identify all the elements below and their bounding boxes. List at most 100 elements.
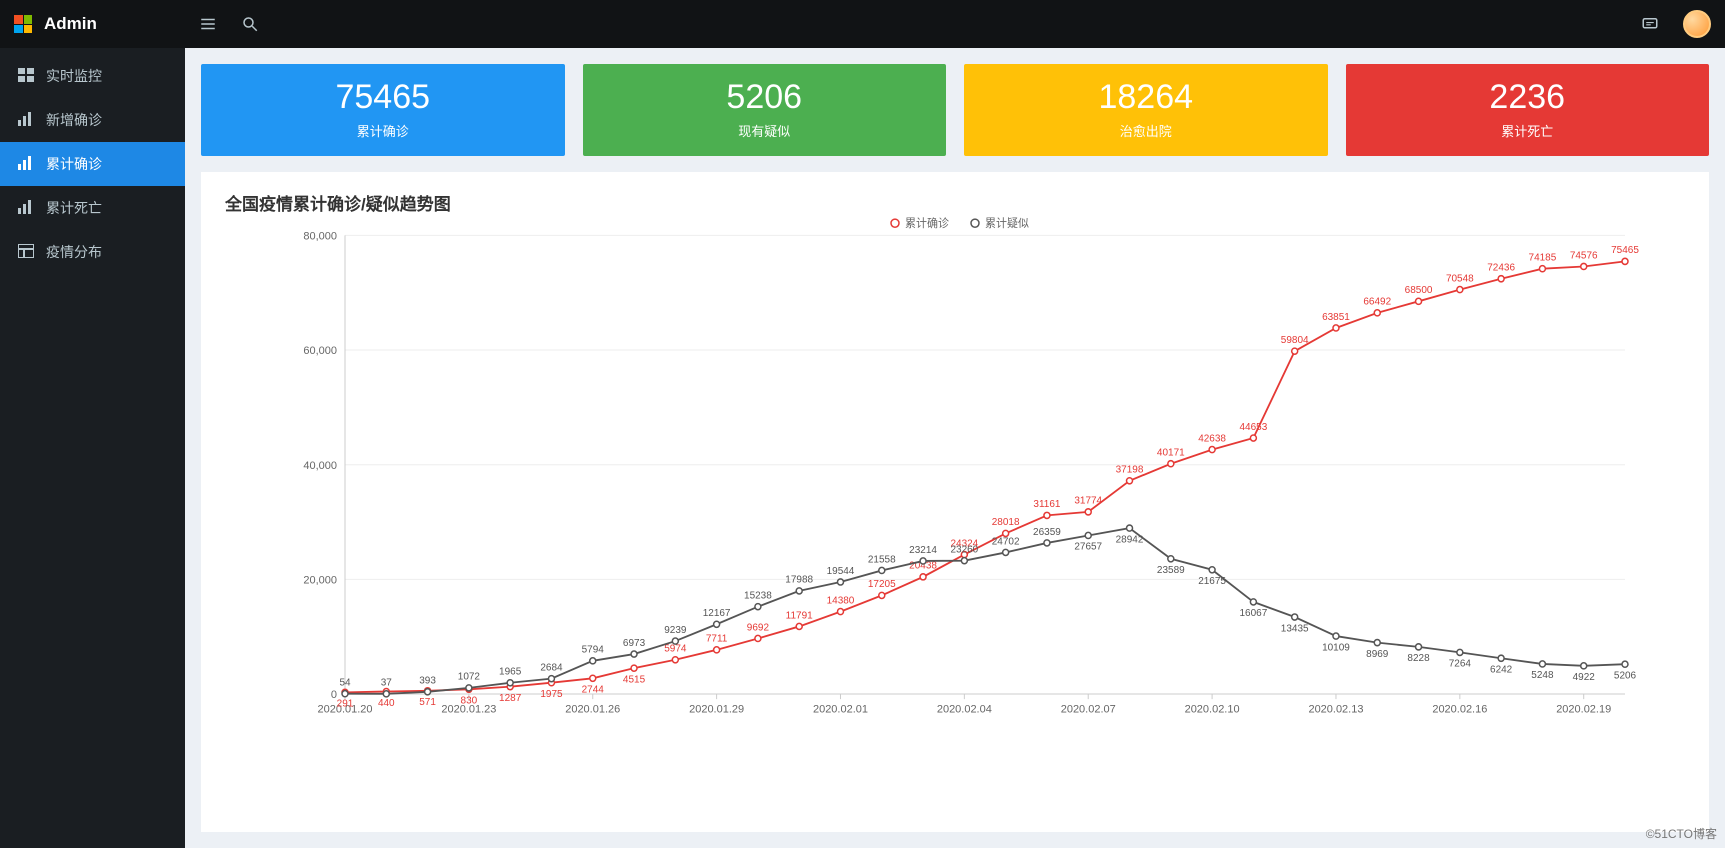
svg-text:44653: 44653 — [1240, 422, 1268, 433]
svg-text:8228: 8228 — [1407, 653, 1430, 664]
svg-text:12167: 12167 — [703, 608, 731, 619]
stat-value: 18264 — [974, 78, 1318, 117]
svg-text:23214: 23214 — [909, 545, 937, 556]
svg-text:15238: 15238 — [744, 590, 772, 601]
sidebar-item-label: 新增确诊 — [46, 110, 102, 130]
sidebar-item-2[interactable]: 累计确诊 — [0, 142, 185, 186]
svg-text:累计确诊: 累计确诊 — [905, 216, 949, 230]
svg-text:1072: 1072 — [458, 672, 481, 683]
svg-text:26359: 26359 — [1033, 527, 1061, 538]
sidebar-item-0[interactable]: 实时监控 — [0, 54, 185, 98]
stat-label: 累计确诊 — [211, 121, 555, 140]
logo-icon — [14, 15, 32, 33]
search-icon[interactable] — [241, 15, 259, 33]
layout-icon — [18, 244, 34, 261]
svg-text:28942: 28942 — [1116, 534, 1144, 545]
svg-text:19544: 19544 — [827, 566, 855, 577]
svg-text:17988: 17988 — [785, 575, 813, 586]
svg-text:4922: 4922 — [1573, 672, 1596, 683]
stat-card-1: 5206现有疑似 — [583, 64, 947, 156]
brand: Admin — [0, 0, 185, 48]
avatar[interactable] — [1683, 10, 1711, 38]
message-icon[interactable] — [1641, 15, 1659, 33]
svg-text:2684: 2684 — [540, 662, 563, 673]
chart-panel: 全国疫情累计确诊/疑似趋势图 020,00040,00060,00080,000… — [201, 172, 1709, 832]
svg-text:2020.02.16: 2020.02.16 — [1432, 703, 1487, 715]
sidebar-nav: 实时监控新增确诊累计确诊累计死亡疫情分布 — [0, 48, 185, 274]
svg-text:72436: 72436 — [1487, 263, 1515, 274]
svg-text:9692: 9692 — [747, 622, 770, 633]
svg-text:63851: 63851 — [1322, 312, 1350, 323]
svg-text:20,000: 20,000 — [303, 574, 337, 586]
svg-text:23260: 23260 — [950, 544, 978, 555]
sidebar-item-label: 累计死亡 — [46, 198, 102, 218]
stat-card-3: 2236 累计死亡 — [1346, 64, 1710, 156]
menu-icon[interactable] — [199, 15, 217, 33]
svg-text:2020.02.13: 2020.02.13 — [1308, 703, 1363, 715]
sidebar-item-label: 累计确诊 — [46, 154, 102, 174]
sidebar-item-label: 实时监控 — [46, 66, 102, 86]
svg-text:40,000: 40,000 — [303, 460, 337, 472]
dashboard-icon — [18, 68, 34, 85]
sidebar-item-4[interactable]: 疫情分布 — [0, 230, 185, 274]
svg-text:2020.01.29: 2020.01.29 — [689, 703, 744, 715]
watermark: ©51CTO博客 — [1646, 825, 1717, 842]
svg-text:66492: 66492 — [1363, 297, 1391, 308]
stat-cards: 75465 累计确诊 5206现有疑似 18264 治愈出院 2236 累计死亡 — [201, 64, 1709, 156]
svg-text:393: 393 — [419, 676, 436, 687]
line-chart: 020,00040,00060,00080,0002020.01.202020.… — [225, 215, 1685, 745]
bar-chart-icon — [18, 112, 34, 129]
svg-text:5206: 5206 — [1614, 670, 1637, 681]
stat-label: 累计死亡 — [1356, 121, 1700, 140]
svg-text:8969: 8969 — [1366, 649, 1389, 660]
bar-chart-icon — [18, 200, 34, 217]
svg-text:70548: 70548 — [1446, 273, 1474, 284]
svg-text:2020.02.04: 2020.02.04 — [937, 703, 992, 715]
svg-text:17205: 17205 — [868, 579, 896, 590]
svg-text:23589: 23589 — [1157, 565, 1185, 576]
svg-text:11791: 11791 — [786, 610, 813, 621]
svg-text:37: 37 — [381, 678, 392, 689]
svg-text:74185: 74185 — [1529, 252, 1557, 263]
topbar — [185, 0, 1725, 48]
svg-text:2744: 2744 — [582, 685, 605, 696]
svg-text:40171: 40171 — [1157, 448, 1185, 459]
svg-text:37198: 37198 — [1116, 465, 1144, 476]
bar-chart-icon — [18, 156, 34, 173]
svg-text:21558: 21558 — [868, 554, 896, 565]
svg-text:1287: 1287 — [499, 693, 522, 704]
svg-text:440: 440 — [378, 698, 395, 709]
svg-text:28018: 28018 — [992, 517, 1020, 528]
svg-text:75465: 75465 — [1611, 245, 1639, 256]
svg-text:7711: 7711 — [706, 634, 728, 645]
svg-text:13435: 13435 — [1281, 623, 1309, 634]
svg-text:14380: 14380 — [827, 595, 855, 606]
svg-text:21675: 21675 — [1198, 576, 1226, 587]
svg-text:2020.02.19: 2020.02.19 — [1556, 703, 1611, 715]
stat-card-0: 75465 累计确诊 — [201, 64, 565, 156]
svg-text:6242: 6242 — [1490, 664, 1513, 675]
chart-title: 全国疫情累计确诊/疑似趋势图 — [225, 190, 1685, 215]
sidebar-item-1[interactable]: 新增确诊 — [0, 98, 185, 142]
svg-text:2020.02.07: 2020.02.07 — [1061, 703, 1116, 715]
stat-value: 2236 — [1356, 78, 1700, 117]
svg-text:1975: 1975 — [540, 689, 563, 700]
stat-value: 5206 — [593, 78, 937, 117]
svg-text:31774: 31774 — [1074, 496, 1102, 507]
svg-text:571: 571 — [419, 697, 436, 708]
svg-text:80,000: 80,000 — [303, 230, 337, 242]
sidebar-item-3[interactable]: 累计死亡 — [0, 186, 185, 230]
svg-text:5794: 5794 — [582, 645, 605, 656]
svg-text:27657: 27657 — [1074, 542, 1102, 553]
stat-value: 75465 — [211, 78, 555, 117]
svg-text:2020.01.26: 2020.01.26 — [565, 703, 620, 715]
svg-text:5248: 5248 — [1531, 670, 1554, 681]
svg-text:7264: 7264 — [1449, 659, 1472, 670]
svg-text:24702: 24702 — [992, 536, 1020, 547]
svg-text:累计疑似: 累计疑似 — [985, 217, 1029, 230]
svg-text:54: 54 — [339, 677, 350, 688]
stat-card-2: 18264 治愈出院 — [964, 64, 1328, 156]
svg-text:60,000: 60,000 — [303, 345, 337, 357]
svg-text:4515: 4515 — [623, 674, 646, 685]
stat-label: 治愈出院 — [974, 121, 1318, 140]
